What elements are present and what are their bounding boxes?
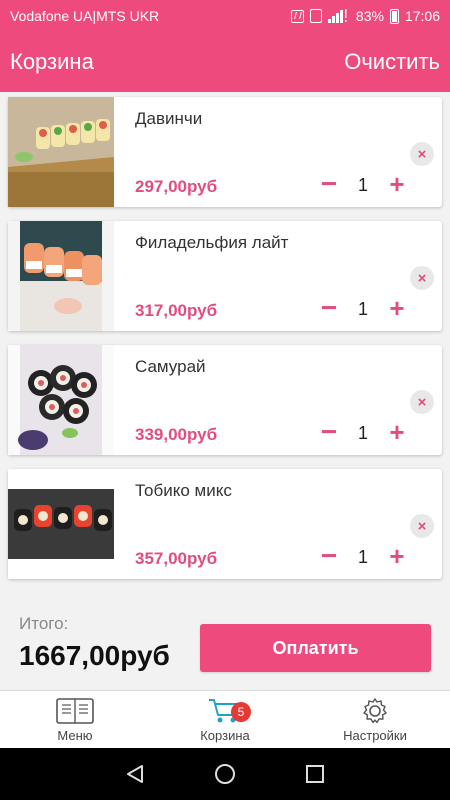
system-navigation-bar	[0, 748, 450, 800]
cart-item: Давинчи 297,00руб × − 1 +	[8, 97, 442, 207]
cart-item: Филадельфия лайт 317,00руб × − 1 +	[8, 221, 442, 331]
item-name: Тобико микс	[135, 481, 232, 500]
pay-button[interactable]: Оплатить	[200, 624, 431, 672]
remove-item-button[interactable]: ×	[410, 390, 434, 414]
increase-quantity-button[interactable]: +	[386, 170, 408, 200]
gear-icon	[360, 696, 390, 726]
total-value: 1667,00руб	[19, 640, 170, 671]
increase-quantity-button[interactable]: +	[386, 294, 408, 324]
quantity-value: 1	[357, 175, 368, 195]
cart-item: Самурай 339,00руб × − 1 +	[8, 345, 442, 455]
sushi-rolls-photo	[8, 469, 114, 579]
product-image	[8, 221, 114, 331]
decrease-quantity-button[interactable]: −	[318, 542, 340, 572]
decrease-quantity-button[interactable]: −	[318, 170, 340, 200]
product-image	[8, 345, 114, 455]
remove-item-button[interactable]: ×	[410, 266, 434, 290]
nav-label: Меню	[57, 728, 93, 743]
sushi-rolls-photo	[8, 221, 114, 331]
nav-item-menu[interactable]: Меню	[0, 691, 150, 748]
cart-count-badge: 5	[231, 702, 251, 722]
quantity-value: 1	[357, 547, 368, 567]
nfc-icon	[290, 9, 304, 23]
battery-icon	[389, 8, 399, 24]
item-price: 297,00руб	[135, 177, 218, 196]
back-button[interactable]	[115, 754, 155, 794]
remove-item-button[interactable]: ×	[410, 142, 434, 166]
cart-list: Давинчи 297,00руб × − 1 + Филадельфия ла…	[8, 97, 442, 593]
quantity-value: 1	[357, 299, 368, 319]
bottom-navigation: Меню 5 Корзина Настройки	[0, 690, 450, 748]
nav-item-settings[interactable]: Настройки	[300, 691, 450, 748]
item-name: Давинчи	[135, 109, 203, 128]
signal-icon	[327, 9, 347, 23]
status-indicators: 83% 17:06	[290, 8, 440, 24]
app-bar: Корзина Очистить	[0, 32, 450, 92]
decrease-quantity-button[interactable]: −	[318, 418, 340, 448]
cart-item: Тобико микс 357,00руб × − 1 +	[8, 469, 442, 579]
decrease-quantity-button[interactable]: −	[318, 294, 340, 324]
page-title: Корзина	[10, 49, 94, 74]
status-bar: Vodafone UA|MTS UKR 83% 17:06	[0, 0, 450, 32]
clock: 17:06	[404, 8, 440, 24]
total-label: Итого:	[19, 614, 69, 633]
item-price: 317,00руб	[135, 301, 218, 320]
total-section: Итого: 1667,00руб Оплатить	[0, 600, 450, 690]
product-image	[8, 97, 114, 207]
item-price: 357,00руб	[135, 549, 218, 568]
nav-label: Настройки	[343, 728, 407, 743]
back-triangle-icon	[127, 765, 143, 783]
increase-quantity-button[interactable]: +	[386, 542, 408, 572]
product-image	[8, 469, 114, 579]
quantity-value: 1	[357, 423, 368, 443]
sushi-rolls-photo	[8, 97, 114, 207]
battery-percent: 83%	[355, 8, 384, 24]
sushi-rolls-photo	[8, 345, 114, 455]
increase-quantity-button[interactable]: +	[386, 418, 408, 448]
nav-label: Корзина	[200, 728, 250, 743]
clear-cart-button[interactable]: Очистить	[344, 49, 440, 75]
remove-item-button[interactable]: ×	[410, 514, 434, 538]
home-circle-icon	[215, 764, 235, 784]
item-name: Самурай	[135, 357, 206, 376]
recents-button[interactable]	[295, 754, 335, 794]
vibrate-icon	[309, 9, 322, 23]
menu-book-icon	[55, 696, 95, 726]
nav-item-cart[interactable]: 5 Корзина	[150, 691, 300, 748]
home-button[interactable]	[205, 754, 245, 794]
carrier-name: Vodafone UA|MTS UKR	[10, 8, 160, 24]
item-name: Филадельфия лайт	[135, 233, 289, 252]
recents-square-icon	[306, 765, 324, 783]
item-price: 339,00руб	[135, 425, 218, 444]
